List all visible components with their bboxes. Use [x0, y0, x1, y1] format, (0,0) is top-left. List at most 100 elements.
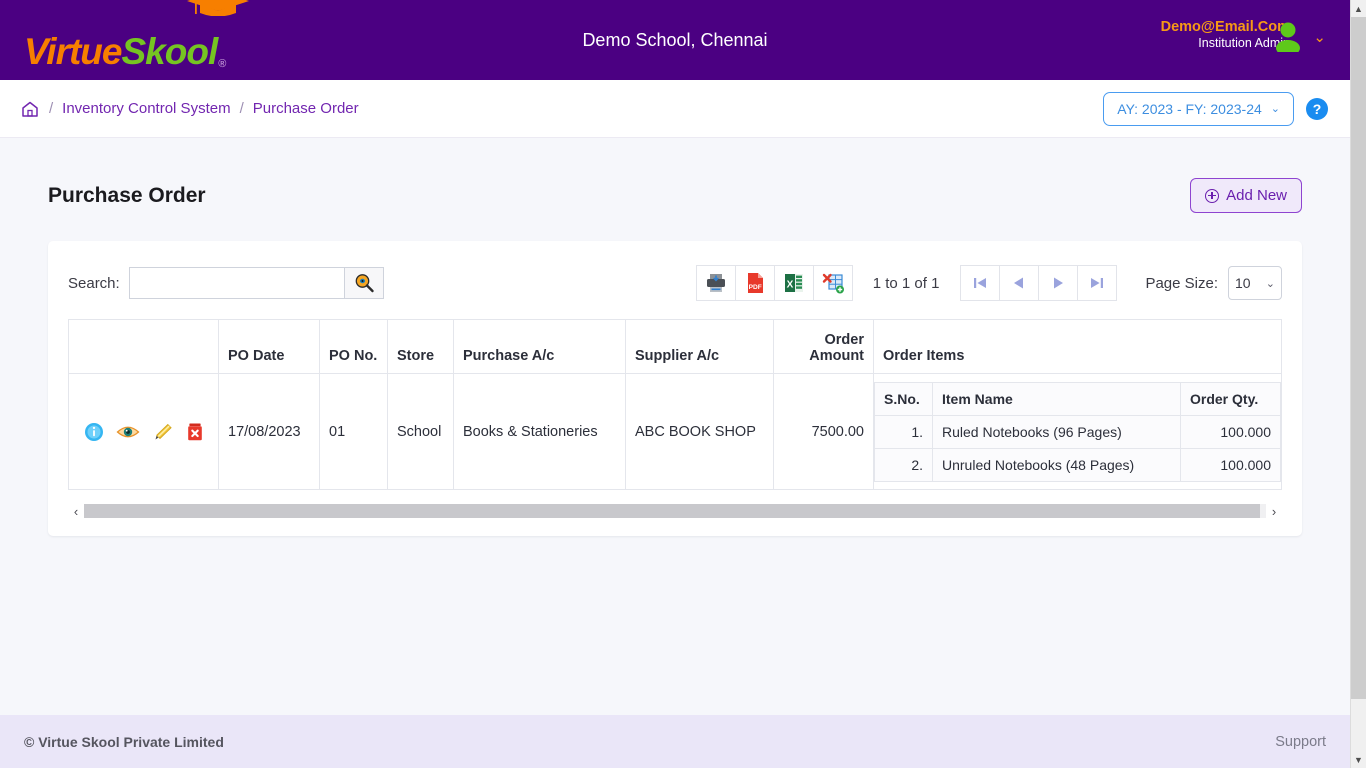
graduation-cap-icon — [187, 0, 249, 16]
logo-registered-mark: ® — [218, 58, 226, 70]
order-item-sno: 2. — [874, 447, 933, 482]
cell-actions — [68, 373, 219, 490]
xml-grid-icon — [822, 273, 844, 294]
trash-delete-icon — [187, 423, 202, 440]
column-header-po-date: PO Date — [218, 319, 320, 374]
page-header: Purchase Order Add New — [24, 138, 1326, 213]
next-page-icon — [1054, 277, 1064, 289]
search-input[interactable] — [128, 267, 344, 299]
search-label: Search: — [68, 274, 120, 292]
cell-supplier-ac: ABC BOOK SHOP — [625, 373, 774, 490]
cell-po-no: 01 — [319, 373, 388, 490]
prev-page-button[interactable] — [999, 265, 1040, 301]
app-page: VirtueSkool® Demo School, Chennai Demo@E… — [0, 0, 1350, 768]
search-group: Search: — [68, 267, 384, 299]
account-email: Demo@Email.Com — [1160, 19, 1290, 35]
order-item-name: Ruled Notebooks (96 Pages) — [932, 414, 1181, 449]
order-items-body: 1. Ruled Notebooks (96 Pages) 100.000 2.… — [874, 414, 1281, 482]
hscroll-thumb[interactable] — [84, 504, 1261, 518]
avatar[interactable] — [1274, 22, 1302, 52]
column-header-actions — [68, 319, 219, 374]
excel-icon: X — [784, 274, 803, 292]
last-page-icon — [1091, 278, 1104, 288]
first-page-button[interactable] — [960, 265, 1001, 301]
app-header: VirtueSkool® Demo School, Chennai Demo@E… — [0, 0, 1350, 80]
footer-copyright: © Virtue Skool Private Limited — [24, 733, 224, 750]
order-item-sno: 1. — [874, 414, 933, 449]
page-title: Purchase Order — [48, 183, 206, 207]
print-export-button[interactable] — [695, 265, 736, 301]
scroll-left-arrow-icon[interactable]: ‹ — [68, 504, 84, 519]
cell-store: School — [387, 373, 454, 490]
scroll-down-arrow-icon[interactable]: ▼ — [1351, 751, 1366, 768]
column-header-supplier-ac: Supplier A/c — [625, 319, 774, 374]
order-items-column-order-qty: Order Qty. — [1180, 381, 1281, 416]
table-row: 17/08/2023 01 School Books & Stationerie… — [68, 373, 1282, 490]
order-items-head: S.No. Item Name Order Qty. — [874, 381, 1281, 416]
record-count: 1 to 1 of 1 — [872, 274, 940, 292]
edit-action-button[interactable] — [152, 422, 174, 442]
breadcrumb-bar: / Inventory Control System / Purchase Or… — [0, 80, 1350, 138]
excel-export-button[interactable]: X — [773, 265, 814, 301]
scroll-right-arrow-icon[interactable]: › — [1266, 504, 1282, 519]
order-items-column-sno: S.No. — [874, 381, 933, 416]
column-header-purchase-ac: Purchase A/c — [453, 319, 626, 374]
scroll-up-arrow-icon[interactable]: ▲ — [1351, 0, 1366, 17]
pdf-export-button[interactable]: PDF — [734, 265, 775, 301]
column-header-po-no: PO No. — [319, 319, 388, 374]
account-role: Institution Admin — [1198, 36, 1290, 51]
page-size-select[interactable]: 10 ⌄ — [1228, 266, 1282, 300]
table-head: PO Date PO No. Store Purchase A/c Suppli… — [68, 319, 1282, 374]
table-horizontal-scrollbar[interactable]: ‹ › — [68, 500, 1282, 522]
add-new-button[interactable]: Add New — [1190, 178, 1302, 213]
column-header-store: Store — [387, 319, 454, 374]
purchase-order-table: PO Date PO No. Store Purchase A/c Suppli… — [68, 319, 1282, 490]
eye-icon — [116, 426, 139, 437]
chevron-down-icon: ⌄ — [1270, 103, 1280, 115]
breadcrumb-separator-2: / — [239, 100, 244, 117]
search-button[interactable] — [343, 267, 384, 299]
purchase-order-card: Search: PDF X 1 to 1 of 1 Page Size: 10 … — [48, 241, 1302, 536]
pdf-icon: PDF — [747, 273, 763, 293]
breadcrumb-actions: AY: 2023 - FY: 2023-24 ⌄ ? — [1103, 91, 1328, 126]
magnifier-icon — [355, 274, 374, 293]
info-circle-icon — [84, 422, 103, 441]
main-content: Purchase Order Add New Search: PDF X 1 t… — [0, 138, 1350, 715]
add-new-label: Add New — [1226, 187, 1287, 204]
cell-po-date: 17/08/2023 — [218, 373, 320, 490]
view-action-button[interactable] — [116, 423, 140, 441]
scrollbar-track[interactable] — [1350, 17, 1366, 751]
breadcrumb: / Inventory Control System / Purchase Or… — [20, 99, 359, 119]
order-items-column-item-name: Item Name — [932, 381, 1181, 416]
order-items-header-row: S.No. Item Name Order Qty. — [874, 381, 1281, 416]
chevron-down-icon: ⌄ — [1265, 277, 1275, 290]
plus-circle-icon — [1205, 188, 1220, 203]
table-body: 17/08/2023 01 School Books & Stationerie… — [68, 373, 1282, 490]
next-page-button[interactable] — [1038, 265, 1079, 301]
chevron-down-icon[interactable]: ⌄ — [1313, 30, 1326, 45]
breadcrumb-separator-1: / — [49, 100, 54, 117]
scrollbar-thumb[interactable] — [1350, 17, 1366, 699]
account-info[interactable]: Demo@Email.Com Institution Admin — [1161, 18, 1290, 52]
export-buttons: PDF X — [695, 265, 853, 301]
printer-icon — [706, 274, 725, 292]
support-link[interactable]: Support — [1275, 734, 1326, 750]
breadcrumb-item-purchase-order[interactable]: Purchase Order — [253, 100, 359, 117]
browser-scrollbar[interactable]: ▲ ▼ — [1350, 0, 1366, 768]
breadcrumb-item-inventory-control-system[interactable]: Inventory Control System — [62, 100, 230, 117]
xml-export-button[interactable] — [812, 265, 853, 301]
delete-action-button[interactable] — [186, 422, 204, 442]
cell-order-items: S.No. Item Name Order Qty. 1. Ruled Note… — [873, 373, 1282, 490]
help-icon[interactable]: ? — [1306, 97, 1328, 120]
browser-viewport: VirtueSkool® Demo School, Chennai Demo@E… — [0, 0, 1366, 768]
app-footer: © Virtue Skool Private Limited Support — [0, 715, 1350, 768]
hscroll-track[interactable] — [84, 504, 1266, 518]
table-toolbar: Search: PDF X 1 to 1 of 1 Page Size: 10 … — [68, 263, 1282, 303]
home-icon[interactable] — [20, 99, 40, 119]
pencil-icon — [155, 423, 172, 439]
order-items-row: 1. Ruled Notebooks (96 Pages) 100.000 — [874, 414, 1281, 449]
info-action-button[interactable] — [84, 422, 104, 442]
academic-year-selector[interactable]: AY: 2023 - FY: 2023-24 ⌄ — [1103, 91, 1294, 126]
last-page-button[interactable] — [1077, 265, 1118, 301]
order-items-row: 2. Unruled Notebooks (48 Pages) 100.000 — [874, 447, 1281, 482]
